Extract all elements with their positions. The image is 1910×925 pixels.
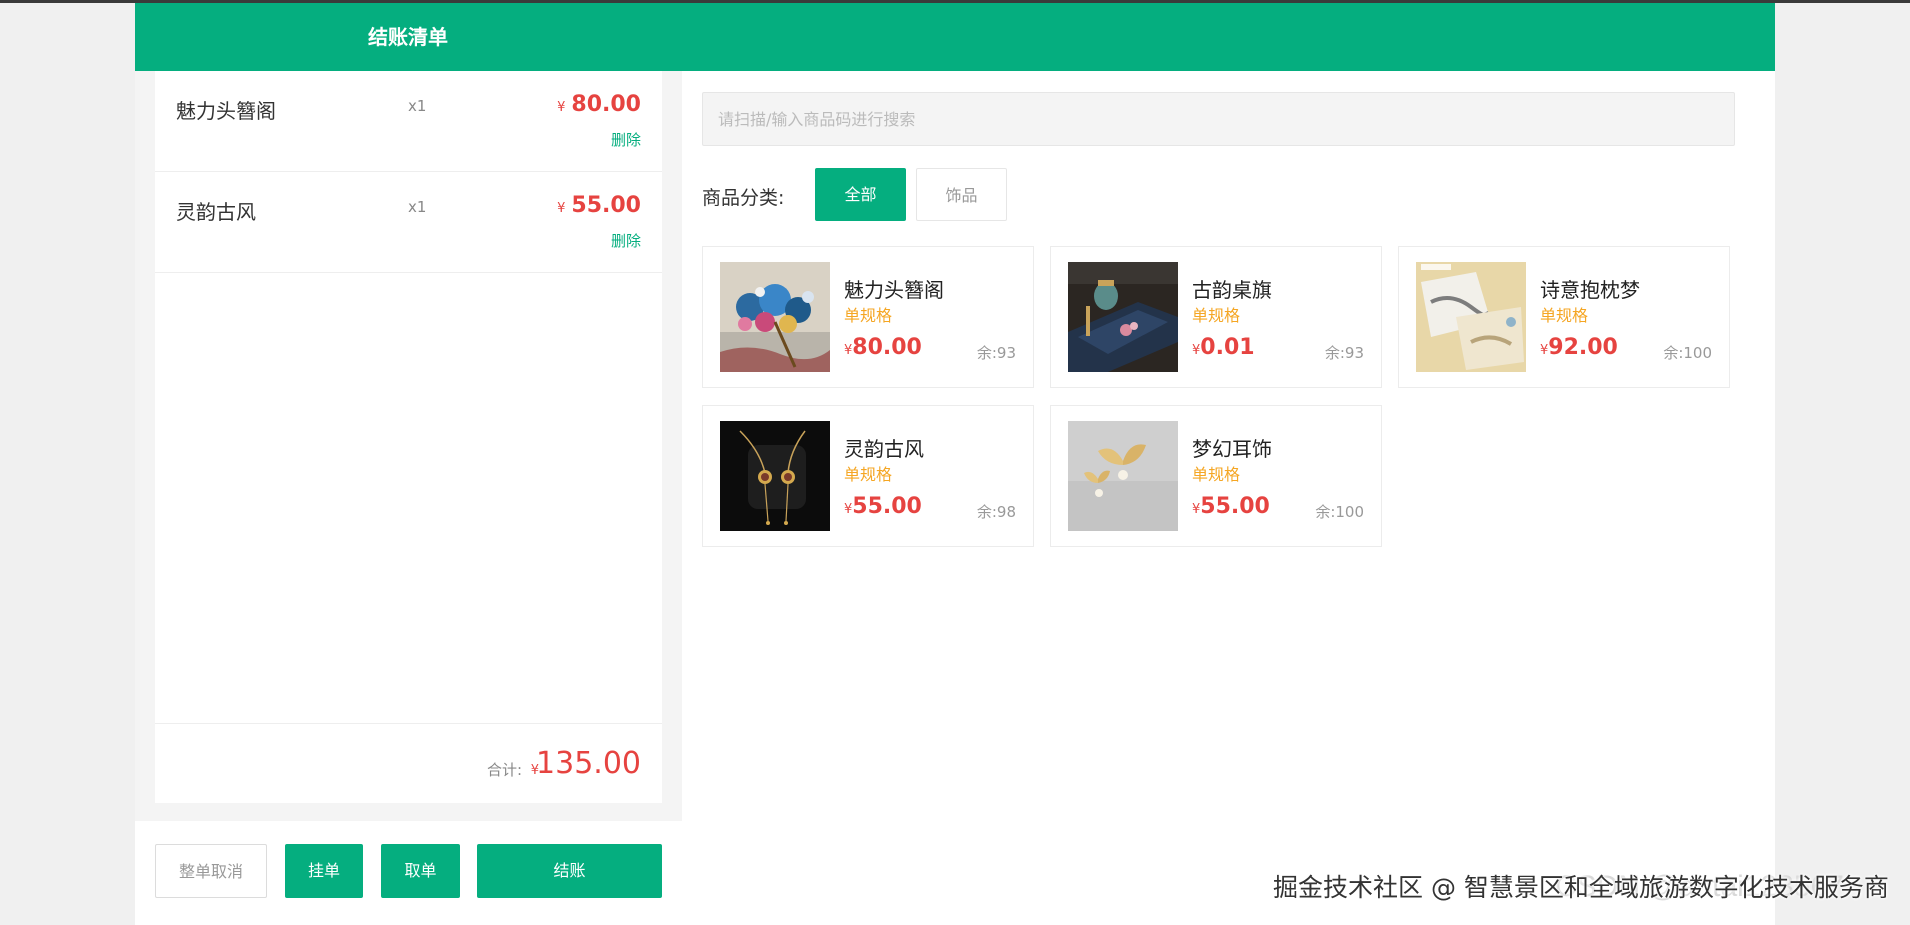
cart-item-price-value: 80.00: [571, 92, 641, 117]
product-stock: 余:93: [1324, 344, 1364, 362]
category-tab-all[interactable]: 全部: [815, 168, 906, 221]
cart-item-name: 灵韵古风: [176, 200, 256, 224]
product-card[interactable]: 古韵桌旗 单规格 ¥0.01 余:93: [1050, 246, 1382, 388]
product-price-value: 92.00: [1548, 335, 1618, 360]
table-runner-photo: [1068, 262, 1178, 372]
cart-item-qty: x1: [408, 198, 427, 216]
hairpin-photo: [720, 262, 830, 372]
retrieve-order-button[interactable]: 取单: [381, 844, 460, 898]
product-price: ¥55.00: [844, 494, 922, 519]
header-bar: 结账清单: [135, 3, 1775, 71]
cart-list: 魅力头簪阁 x1 ¥80.00 删除 灵韵古风 x1 ¥55.00 删除 合计:…: [155, 71, 662, 803]
total-value: 135.00: [536, 746, 641, 781]
total-label: 合计:: [486, 761, 522, 779]
currency-symbol: ¥: [557, 100, 566, 115]
product-spec: 单规格: [1192, 465, 1241, 484]
product-price: ¥55.00: [1192, 494, 1270, 519]
product-price-value: 55.00: [1200, 494, 1270, 519]
hold-order-button[interactable]: 挂单: [285, 844, 363, 898]
product-name: 诗意抱枕梦: [1540, 278, 1640, 302]
category-tab-accessories[interactable]: 饰品: [916, 168, 1007, 221]
product-price: ¥80.00: [844, 335, 922, 360]
product-price-value: 55.00: [852, 494, 922, 519]
pos-app: 结账清单 魅力头簪阁 x1 ¥80.00 删除 灵韵古风 x1 ¥55.00 删…: [135, 3, 1775, 925]
product-card[interactable]: 梦幻耳饰 单规格 ¥55.00 余:100: [1050, 405, 1382, 547]
product-spec: 单规格: [1540, 306, 1589, 325]
cart-item: 灵韵古风 x1 ¥55.00 删除: [155, 172, 662, 273]
checkout-button[interactable]: 结账: [477, 844, 662, 898]
butterfly-earrings-photo: [1068, 421, 1178, 531]
product-stock: 余:93: [976, 344, 1016, 362]
cart-item-name: 魅力头簪阁: [176, 99, 276, 123]
product-card[interactable]: 魅力头簪阁 单规格 ¥80.00 余:93: [702, 246, 1034, 388]
cart-item-qty: x1: [408, 97, 427, 115]
pillow-photo: [1416, 262, 1526, 372]
cancel-order-button[interactable]: 整单取消: [155, 844, 267, 898]
cart-item-price: ¥55.00: [557, 193, 641, 218]
cart-item-price: ¥80.00: [557, 92, 641, 117]
earrings-photo: [720, 421, 830, 531]
product-stock: 余:100: [1663, 344, 1712, 362]
product-name: 古韵桌旗: [1192, 278, 1272, 302]
product-name: 灵韵古风: [844, 437, 924, 461]
product-name: 魅力头簪阁: [844, 278, 944, 302]
page-title: 结账清单: [368, 25, 448, 49]
cart-item-price-value: 55.00: [571, 193, 641, 218]
product-spec: 单规格: [844, 465, 893, 484]
product-card[interactable]: 灵韵古风 单规格 ¥55.00 余:98: [702, 405, 1034, 547]
watermark: 掘金技术社区 @ 智慧景区和全域旅游数字化技术服务商: [1273, 873, 1889, 902]
product-name: 梦幻耳饰: [1192, 437, 1272, 461]
cart-item: 魅力头簪阁 x1 ¥80.00 删除: [155, 71, 662, 172]
category-label: 商品分类:: [702, 187, 785, 209]
delete-button[interactable]: 删除: [611, 129, 641, 150]
product-card[interactable]: 诗意抱枕梦 单规格 ¥92.00 余:100: [1398, 246, 1730, 388]
product-price-value: 0.01: [1200, 335, 1255, 360]
product-price: ¥92.00: [1540, 335, 1618, 360]
currency-symbol: ¥: [557, 201, 566, 216]
delete-button[interactable]: 删除: [611, 230, 641, 251]
search-input[interactable]: [702, 92, 1735, 146]
product-stock: 余:100: [1315, 503, 1364, 521]
cart-total: 合计: ¥ 135.00: [155, 723, 662, 803]
product-price-value: 80.00: [852, 335, 922, 360]
product-price: ¥0.01: [1192, 335, 1255, 360]
product-spec: 单规格: [844, 306, 893, 325]
product-stock: 余:98: [976, 503, 1016, 521]
product-spec: 单规格: [1192, 306, 1241, 325]
